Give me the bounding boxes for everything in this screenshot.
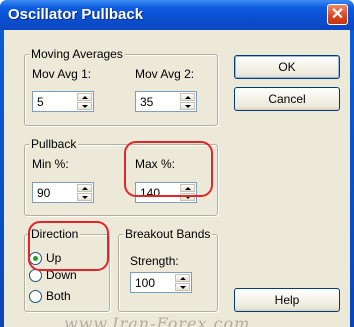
help-button[interactable]: Help bbox=[234, 288, 340, 312]
pullback-legend: Pullback bbox=[29, 137, 79, 151]
close-icon: ✕ bbox=[330, 6, 345, 23]
title-bar[interactable]: Oscillator Pullback ✕ bbox=[0, 0, 354, 30]
min-percent-decrement-button[interactable] bbox=[77, 193, 92, 201]
strength-increment-button[interactable] bbox=[175, 274, 190, 282]
strength-value[interactable]: 100 bbox=[135, 276, 155, 290]
strength-decrement-button[interactable] bbox=[175, 283, 190, 291]
min-percent-increment-button[interactable] bbox=[77, 184, 92, 192]
mov-avg-1-decrement-button[interactable] bbox=[77, 102, 92, 110]
moving-averages-group: Moving Averages Mov Avg 1: Mov Avg 2: 5 … bbox=[24, 47, 218, 126]
min-percent-value[interactable]: 90 bbox=[37, 186, 50, 200]
ok-button-label: OK bbox=[278, 60, 296, 74]
close-button[interactable]: ✕ bbox=[327, 4, 348, 25]
min-percent-spinner[interactable]: 90 bbox=[32, 182, 94, 203]
mov-avg-2-value[interactable]: 35 bbox=[140, 95, 153, 109]
strength-label: Strength: bbox=[130, 254, 179, 268]
breakout-bands-group: Breakout Bands Strength: 100 bbox=[118, 227, 218, 312]
dialog-window: Oscillator Pullback ✕ Moving Averages Mo… bbox=[0, 0, 354, 327]
max-percent-highlight-ring bbox=[124, 141, 213, 197]
mov-avg-1-value[interactable]: 5 bbox=[37, 95, 44, 109]
cancel-button[interactable]: Cancel bbox=[234, 87, 340, 111]
ok-button[interactable]: OK bbox=[234, 55, 340, 79]
watermark-text: www.Iran-Forex.com bbox=[64, 314, 251, 327]
min-percent-label: Min %: bbox=[32, 157, 69, 171]
window-title: Oscillator Pullback bbox=[8, 6, 144, 23]
strength-spinner[interactable]: 100 bbox=[130, 272, 192, 293]
radio-both[interactable] bbox=[29, 290, 42, 303]
mov-avg-1-spinner[interactable]: 5 bbox=[32, 91, 94, 112]
mov-avg-2-decrement-button[interactable] bbox=[180, 102, 195, 110]
direction-highlight-ring bbox=[28, 221, 109, 271]
cancel-button-label: Cancel bbox=[268, 92, 306, 106]
mov-avg-1-increment-button[interactable] bbox=[77, 93, 92, 101]
moving-averages-legend: Moving Averages bbox=[29, 47, 125, 61]
mov-avg-2-spinner[interactable]: 35 bbox=[135, 91, 197, 112]
mov-avg-2-label: Mov Avg 2: bbox=[135, 67, 195, 81]
radio-both-label[interactable]: Both bbox=[46, 289, 71, 303]
dialog-client-area: Moving Averages Mov Avg 1: Mov Avg 2: 5 … bbox=[4, 30, 350, 327]
help-button-label: Help bbox=[274, 293, 300, 307]
breakout-bands-legend: Breakout Bands bbox=[123, 227, 213, 241]
mov-avg-2-increment-button[interactable] bbox=[180, 93, 195, 101]
mov-avg-1-label: Mov Avg 1: bbox=[32, 67, 92, 81]
